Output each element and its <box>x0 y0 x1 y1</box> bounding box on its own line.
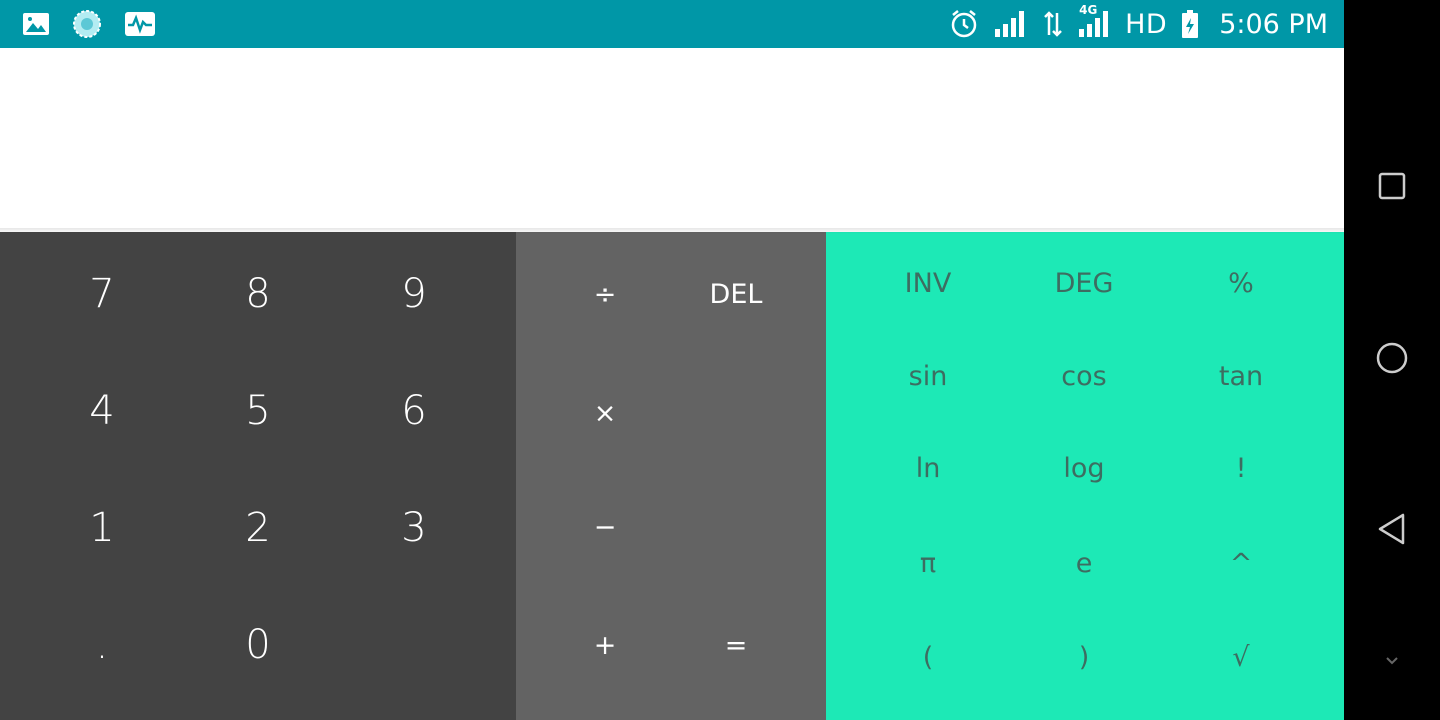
tangent-button[interactable]: tan <box>1166 336 1316 416</box>
digit-7-button[interactable]: 7 <box>42 244 162 344</box>
delete-button[interactable]: DEL <box>676 244 796 344</box>
equals-button[interactable]: = <box>676 595 796 695</box>
digit-4-button[interactable]: 4 <box>42 361 162 461</box>
battery-charging-icon <box>1181 9 1199 39</box>
decimal-point-button[interactable]: . <box>42 595 162 695</box>
digit-1-button[interactable]: 1 <box>42 478 162 578</box>
image-icon <box>22 12 50 36</box>
square-root-button[interactable]: √ <box>1166 617 1316 697</box>
numeric-pad: 7 8 9 4 5 6 1 2 3 . 0 <box>0 232 516 720</box>
calculator-display[interactable] <box>0 48 1344 232</box>
left-paren-button[interactable]: ( <box>853 617 1003 697</box>
activity-icon <box>124 11 156 37</box>
chevron-down-icon[interactable] <box>1384 654 1400 666</box>
network-4g-signal-icon: 4G <box>1077 3 1111 39</box>
digit-9-button[interactable]: 9 <box>354 244 474 344</box>
status-right-icons: 4G HD 5:06 PM <box>949 0 1328 48</box>
data-transfer-icon <box>1043 9 1063 39</box>
digit-0-button[interactable]: 0 <box>198 595 318 695</box>
calculator-screen: 4G HD 5:06 PM 7 8 9 4 5 6 1 2 3 . 0 ÷ DE… <box>0 0 1344 720</box>
status-bar: 4G HD 5:06 PM <box>0 0 1344 48</box>
divide-button[interactable]: ÷ <box>545 244 665 344</box>
log-button[interactable]: log <box>1009 428 1159 508</box>
digit-6-button[interactable]: 6 <box>354 361 474 461</box>
status-time: 5:06 PM <box>1219 8 1328 40</box>
home-button[interactable] <box>1366 334 1418 386</box>
euler-e-button[interactable]: e <box>1009 523 1159 603</box>
digit-2-button[interactable]: 2 <box>198 478 318 578</box>
degree-mode-button[interactable]: DEG <box>1009 243 1159 323</box>
square-icon <box>1377 171 1407 206</box>
sine-button[interactable]: sin <box>853 336 1003 416</box>
inverse-button[interactable]: INV <box>853 243 1003 323</box>
operator-pad: ÷ DEL × − + = <box>516 232 826 720</box>
minus-button[interactable]: − <box>545 477 665 577</box>
alarm-icon <box>949 9 979 39</box>
display-shadow <box>0 228 1344 234</box>
signal-icon <box>993 9 1029 39</box>
cosine-button[interactable]: cos <box>1009 336 1159 416</box>
hd-label: HD <box>1125 8 1168 40</box>
digit-5-button[interactable]: 5 <box>198 361 318 461</box>
browser-icon <box>72 9 102 39</box>
circle-icon <box>1375 341 1409 380</box>
plus-button[interactable]: + <box>545 595 665 695</box>
navigation-bar <box>1344 0 1440 720</box>
right-paren-button[interactable]: ) <box>1009 617 1159 697</box>
multiply-button[interactable]: × <box>545 363 665 463</box>
power-button[interactable]: ^ <box>1166 523 1316 603</box>
natural-log-button[interactable]: ln <box>853 428 1003 508</box>
advanced-pad: INV DEG % sin cos tan ln log ! π e ^ ( )… <box>826 232 1344 720</box>
factorial-button[interactable]: ! <box>1166 428 1316 508</box>
network-type-label: 4G <box>1079 3 1098 17</box>
back-button[interactable] <box>1366 505 1418 557</box>
status-left-icons <box>22 0 156 48</box>
digit-3-button[interactable]: 3 <box>354 478 474 578</box>
percent-button[interactable]: % <box>1166 243 1316 323</box>
digit-8-button[interactable]: 8 <box>198 244 318 344</box>
recents-button[interactable] <box>1366 162 1418 214</box>
pi-button[interactable]: π <box>853 523 1003 603</box>
triangle-back-icon <box>1376 512 1408 551</box>
